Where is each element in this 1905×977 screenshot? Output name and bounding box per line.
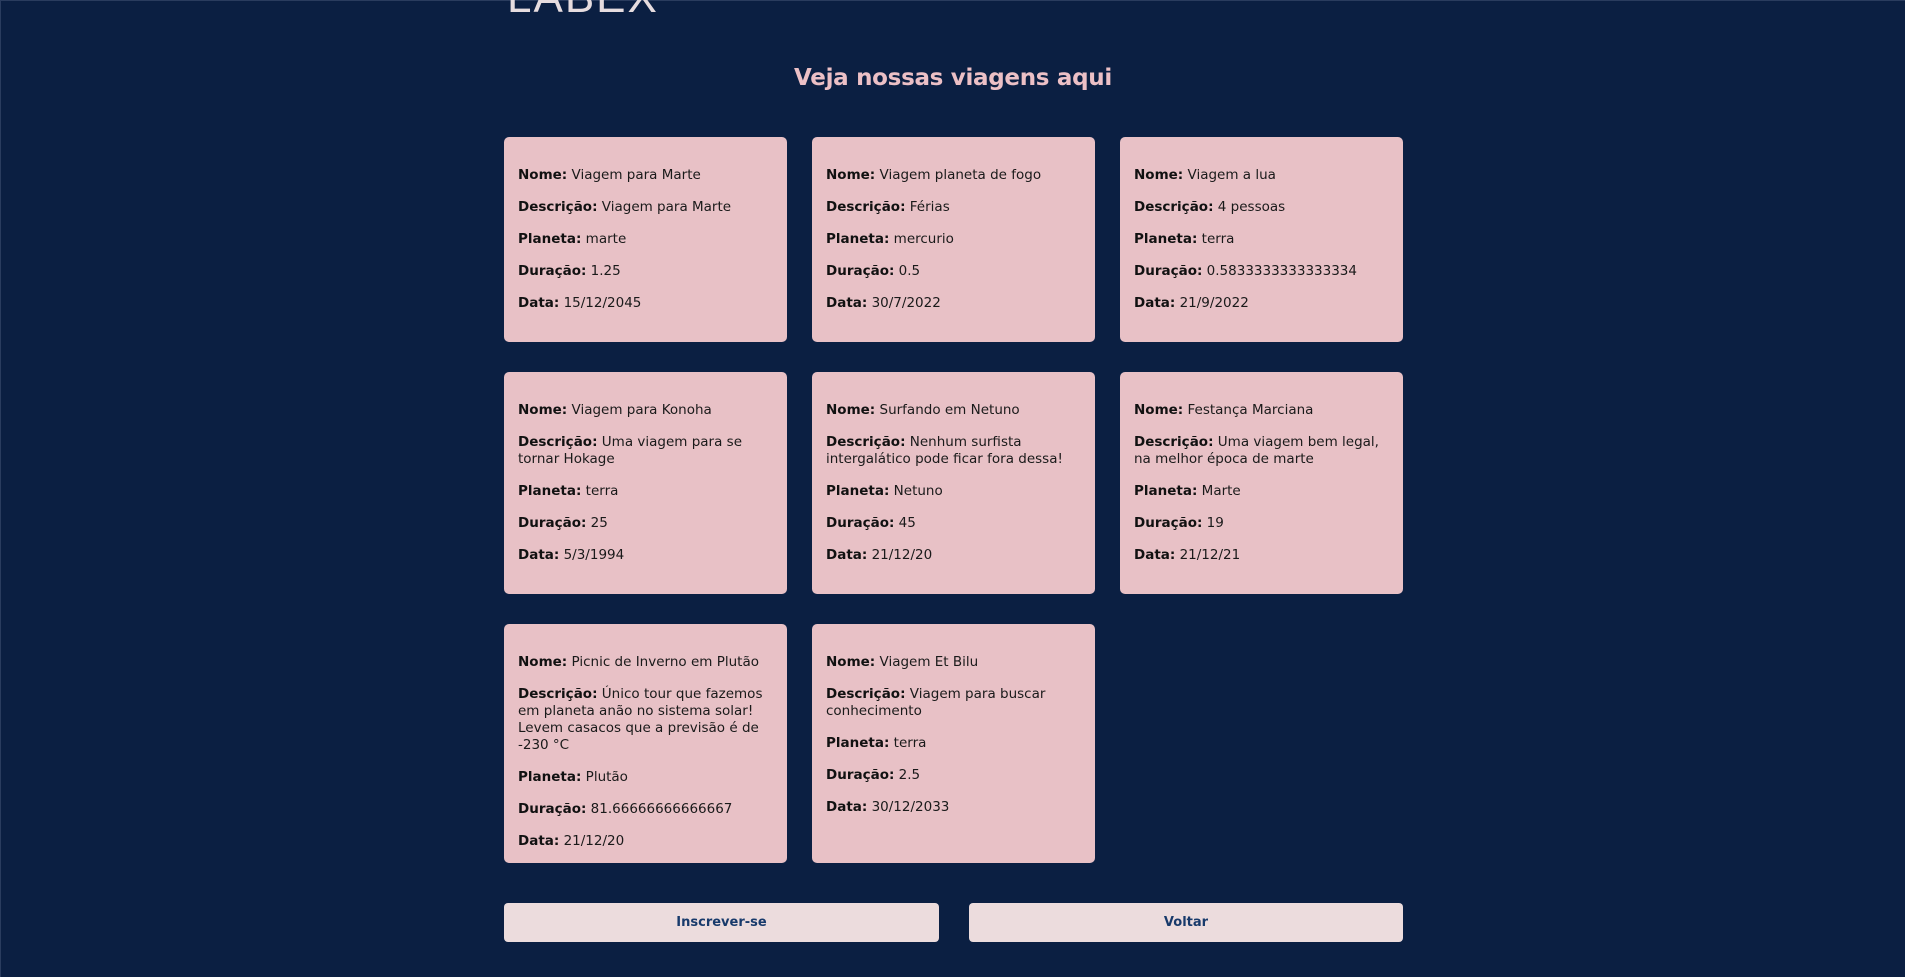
trip-name: Nome: Viagem Et Bilu xyxy=(826,654,979,670)
trip-card: Nome: Viagem a lua Descrição: 4 pessoas … xyxy=(1120,137,1403,342)
trip-planet: Planeta: marte xyxy=(518,231,627,247)
trip-duration: Duração: 25 xyxy=(518,515,608,531)
trip-description: Descrição: Férias xyxy=(826,199,950,215)
trip-name: Nome: Picnic de Inverno em Plutão xyxy=(518,654,759,670)
trip-planet: Planeta: Netuno xyxy=(826,483,943,499)
trip-planet: Planeta: terra xyxy=(1134,231,1235,247)
trip-duration: Duração: 2.5 xyxy=(826,767,921,783)
trip-name: Nome: Viagem para Marte xyxy=(518,167,701,183)
trip-date: Data: 21/9/2022 xyxy=(1134,295,1249,311)
trip-date: Data: 5/3/1994 xyxy=(518,547,625,563)
trip-planet: Planeta: mercurio xyxy=(826,231,954,247)
subscribe-button[interactable]: Inscrever-se xyxy=(504,903,939,942)
trip-date: Data: 21/12/21 xyxy=(1134,547,1241,563)
back-button[interactable]: Voltar xyxy=(969,903,1403,942)
trip-card: Nome: Viagem para Marte Descrição: Viage… xyxy=(504,137,787,342)
trip-planet: Planeta: Marte xyxy=(1134,483,1241,499)
trip-card: Nome: Surfando em Netuno Descrição: Nenh… xyxy=(812,372,1095,594)
trip-card: Nome: Viagem para Konoha Descrição: Uma … xyxy=(504,372,787,594)
trip-name: Nome: Surfando em Netuno xyxy=(826,402,1020,418)
trip-duration: Duração: 0.5833333333333334 xyxy=(1134,263,1357,279)
trip-planet: Planeta: Plutão xyxy=(518,769,628,785)
labex-logo[interactable]: LABEX xyxy=(507,0,659,17)
trip-date: Data: 30/12/2033 xyxy=(826,799,950,815)
trip-name: Nome: Viagem para Konoha xyxy=(518,402,712,418)
trip-card: Nome: Viagem Et Bilu Descrição: Viagem p… xyxy=(812,624,1095,863)
trip-description: Descrição: Uma viagem bem legal, na melh… xyxy=(1134,434,1379,467)
trip-duration: Duração: 81.66666666666667 xyxy=(518,801,733,817)
trip-description: Descrição: Nenhum surfista intergalático… xyxy=(826,434,1063,467)
trip-card: Nome: Festança Marciana Descrição: Uma v… xyxy=(1120,372,1403,594)
trip-duration: Duração: 1.25 xyxy=(518,263,621,279)
trip-duration: Duração: 45 xyxy=(826,515,916,531)
trip-description: Descrição: Viagem para buscar conhecimen… xyxy=(826,686,1046,719)
trip-description: Descrição: Viagem para Marte xyxy=(518,199,732,215)
trip-description: Descrição: Uma viagem para se tornar Hok… xyxy=(518,434,743,467)
page-title: Veja nossas viagens aqui xyxy=(794,65,1112,91)
trip-date: Data: 15/12/2045 xyxy=(518,295,642,311)
trip-name: Nome: Viagem planeta de fogo xyxy=(826,167,1042,183)
trip-card: Nome: Viagem planeta de fogo Descrição: … xyxy=(812,137,1095,342)
trip-planet: Planeta: terra xyxy=(826,735,927,751)
trip-name: Nome: Festança Marciana xyxy=(1134,402,1314,418)
page: LABEX Veja nossas viagens aqui Nome: Via… xyxy=(0,0,1905,977)
trip-name: Nome: Viagem a lua xyxy=(1134,167,1276,183)
trip-description: Descrição: 4 pessoas xyxy=(1134,199,1286,215)
trip-date: Data: 21/12/20 xyxy=(826,547,933,563)
trip-date: Data: 21/12/20 xyxy=(518,833,625,849)
trip-card: Nome: Picnic de Inverno em Plutão Descri… xyxy=(504,624,787,863)
trip-description: Descrição: Único tour que fazemos em pla… xyxy=(518,686,763,753)
trip-date: Data: 30/7/2022 xyxy=(826,295,941,311)
trip-planet: Planeta: terra xyxy=(518,483,619,499)
trip-duration: Duração: 0.5 xyxy=(826,263,921,279)
trip-duration: Duração: 19 xyxy=(1134,515,1224,531)
